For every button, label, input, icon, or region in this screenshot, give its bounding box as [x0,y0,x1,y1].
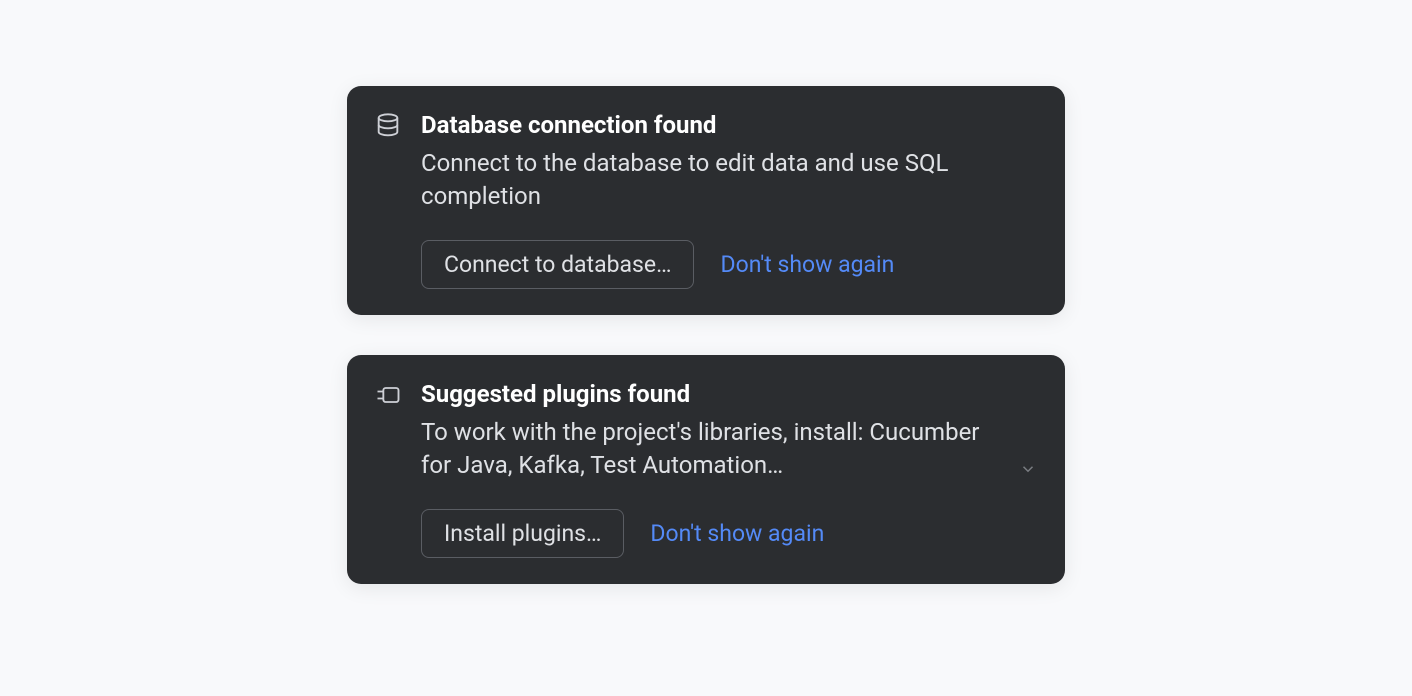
dont-show-again-button[interactable]: Don't show again [720,251,894,278]
notification-title: Suggested plugins found [421,379,1039,410]
install-plugins-button[interactable]: Install plugins… [421,509,624,558]
notification-description: Connect to the database to edit data and… [421,147,1039,212]
notification-content: Suggested plugins found To work with the… [421,379,1039,558]
notification-description: To work with the project's libraries, in… [421,416,1039,481]
notification-card: Suggested plugins found To work with the… [347,355,1065,584]
chevron-down-icon[interactable] [1017,458,1039,480]
notification-title: Database connection found [421,110,1039,141]
plugin-icon [373,379,403,409]
dont-show-again-button[interactable]: Don't show again [650,520,824,547]
notification-card: Database connection found Connect to the… [347,86,1065,315]
notification-content: Database connection found Connect to the… [421,110,1039,289]
notification-actions: Connect to database… Don't show again [421,240,1039,289]
database-icon [373,110,403,140]
notification-actions: Install plugins… Don't show again [421,509,1039,558]
connect-database-button[interactable]: Connect to database… [421,240,694,289]
